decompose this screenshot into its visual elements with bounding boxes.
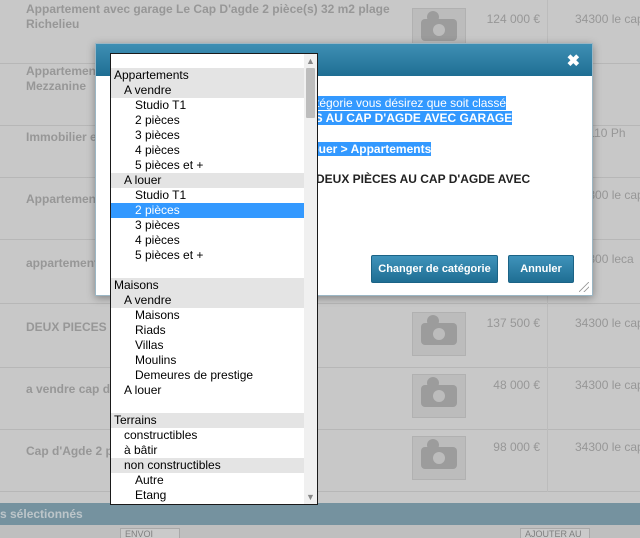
option-group[interactable]: Maisons	[111, 278, 304, 293]
option-item[interactable]: 4 pièces	[111, 143, 304, 158]
option-item[interactable]: à bâtir	[111, 443, 304, 458]
close-icon[interactable]: ✖	[567, 51, 580, 71]
option-group[interactable]: A louer	[111, 173, 304, 188]
option-item[interactable]: constructibles	[111, 428, 304, 443]
option-item[interactable]: Demeures de prestige	[111, 368, 304, 383]
option-group[interactable]: Terrains	[111, 413, 304, 428]
option-item[interactable]: 4 pièces	[111, 233, 304, 248]
option-item[interactable]: A louer	[111, 383, 304, 398]
scrollbar-thumb[interactable]	[306, 68, 315, 118]
resize-grip-icon[interactable]	[579, 282, 589, 292]
option-item[interactable]: 5 pièces et +	[111, 248, 304, 263]
dialog-current-path: louer > Appartements	[308, 142, 432, 156]
category-options: Appartements A vendre Studio T1 2 pièces 3 p…	[111, 68, 304, 503]
option-spacer	[111, 263, 304, 278]
scrollbar[interactable]: ▲ ▼	[304, 54, 317, 504]
option-item[interactable]: Studio T1	[111, 98, 304, 113]
change-category-button[interactable]: Changer de catégorie	[371, 255, 498, 283]
cancel-button[interactable]: Annuler	[508, 255, 574, 283]
dialog-question: tégorie vous désirez que soit classé	[316, 96, 507, 110]
option-item[interactable]: Studio T1	[111, 188, 304, 203]
option-group[interactable]: Appartements	[111, 68, 304, 83]
option-item[interactable]: 5 pièces et +	[111, 158, 304, 173]
option-item[interactable]: Maisons	[111, 308, 304, 323]
dialog-listing-name: DEUX PIÈCES AU CAP D'AGDE AVEC	[316, 172, 531, 186]
option-group[interactable]: A vendre	[111, 293, 304, 308]
option-item[interactable]: Villas	[111, 338, 304, 353]
scroll-down-icon[interactable]: ▼	[304, 490, 317, 504]
option-item[interactable]: Autre	[111, 473, 304, 488]
option-item[interactable]: 2 pièces	[111, 203, 304, 218]
option-item[interactable]: Etang	[111, 488, 304, 503]
category-select-list[interactable]: Appartements A vendre Studio T1 2 pièces 3 p…	[110, 53, 318, 505]
option-item[interactable]: 3 pièces	[111, 218, 304, 233]
option-item[interactable]: 2 pièces	[111, 113, 304, 128]
option-group[interactable]: non constructibles	[111, 458, 304, 473]
option-item[interactable]: Riads	[111, 323, 304, 338]
option-item[interactable]: Moulins	[111, 353, 304, 368]
option-spacer	[111, 398, 304, 413]
scroll-up-icon[interactable]: ▲	[304, 54, 317, 68]
dialog-listing-title: CES AU CAP D'AGDE AVEC GARAGE	[298, 111, 513, 125]
option-item[interactable]: 3 pièces	[111, 128, 304, 143]
option-group[interactable]: A vendre	[111, 83, 304, 98]
